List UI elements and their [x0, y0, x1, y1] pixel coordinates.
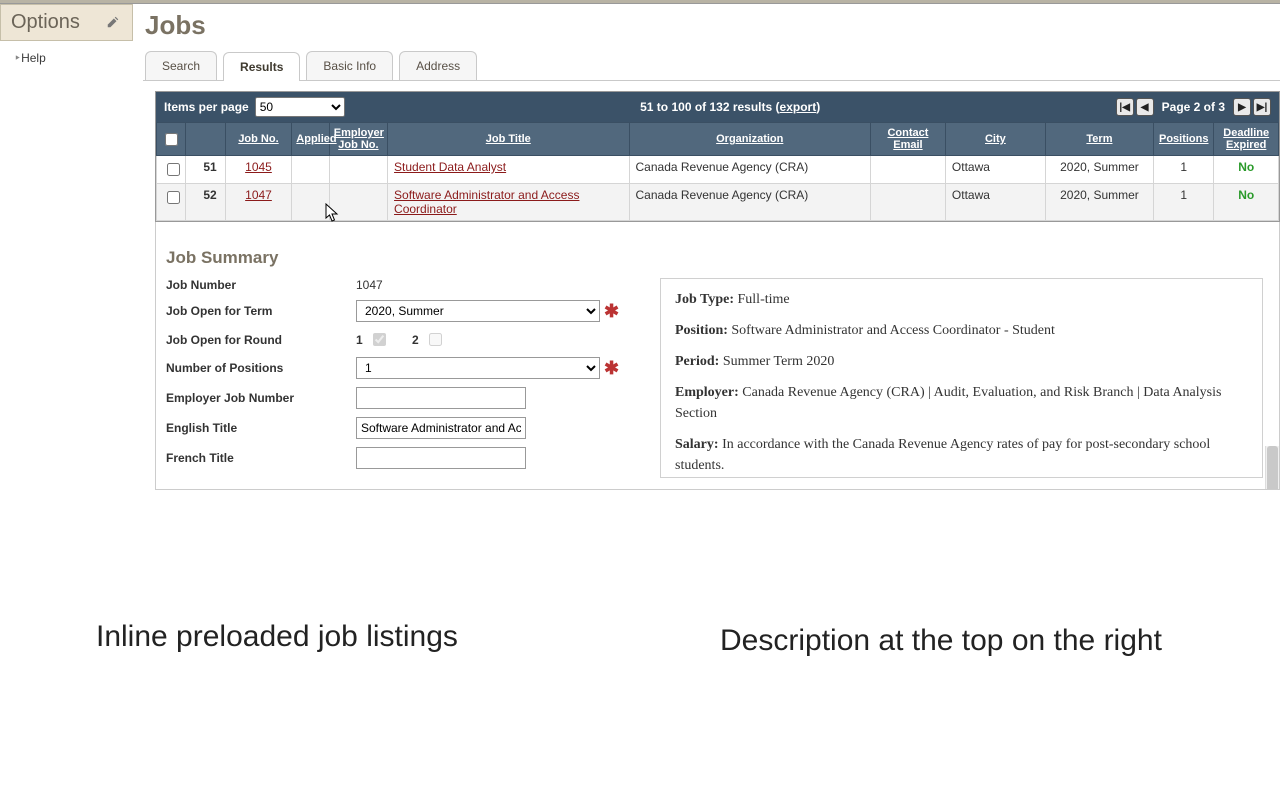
page-title: Jobs — [145, 10, 1280, 41]
tab-search[interactable]: Search — [145, 51, 217, 80]
org-cell: Canada Revenue Agency (CRA) — [629, 156, 870, 184]
tab-address[interactable]: Address — [399, 51, 477, 80]
options-label: Options — [11, 11, 80, 34]
col-checkbox — [157, 123, 186, 156]
city-cell: Ottawa — [945, 156, 1045, 184]
round1-checkbox[interactable] — [373, 333, 386, 346]
col-title[interactable]: Job Title — [388, 123, 629, 156]
col-rank — [186, 123, 226, 156]
tab-basic-info[interactable]: Basic Info — [306, 51, 393, 80]
term-cell: 2020, Summer — [1045, 156, 1153, 184]
annotation-right: Description at the top on the right — [720, 624, 1162, 658]
engtitle-input[interactable] — [356, 417, 526, 439]
row-checkbox[interactable] — [167, 163, 180, 176]
col-jobno[interactable]: Job No. — [225, 123, 292, 156]
edit-icon[interactable] — [106, 15, 122, 31]
job-title-link[interactable]: Student Data Analyst — [394, 160, 506, 174]
lbl-engtitle: English Title — [166, 421, 356, 435]
summary-form: Job Number 1047 Job Open for Term 2020, … — [166, 278, 636, 478]
required-icon: ✱ — [604, 358, 619, 379]
help-label: Help — [21, 51, 46, 65]
items-per-page-select[interactable]: 50 — [255, 97, 345, 117]
val-jobnumber: 1047 — [356, 278, 383, 292]
col-deadline[interactable]: Deadline Expired — [1214, 123, 1279, 156]
lbl-openterm: Job Open for Term — [166, 304, 356, 318]
job-summary-panel: Job Summary Job Number 1047 Job Open for… — [155, 222, 1280, 490]
deadline-cell: No — [1220, 188, 1272, 202]
page-next-button[interactable]: ▶ — [1233, 98, 1251, 116]
job-title-link[interactable]: Software Administrator and Access Coordi… — [394, 188, 579, 216]
frtitle-input[interactable] — [356, 447, 526, 469]
col-positions[interactable]: Positions — [1154, 123, 1214, 156]
results-table-panel: Items per page 50 51 to 100 of 132 resul… — [155, 91, 1280, 222]
tab-results[interactable]: Results — [223, 52, 300, 81]
lbl-openround: Job Open for Round — [166, 333, 356, 347]
col-term[interactable]: Term — [1045, 123, 1153, 156]
table-row[interactable]: 51 1045 Student Data Analyst Canada Reve… — [157, 156, 1279, 184]
term-select[interactable]: 2020, Summer — [356, 300, 600, 322]
panel-scrollbar[interactable] — [1265, 446, 1279, 489]
row-rank: 51 — [186, 156, 226, 184]
options-header[interactable]: Options — [0, 4, 133, 41]
sidebar-item-help[interactable]: Help — [0, 41, 133, 75]
row-rank: 52 — [186, 184, 226, 221]
term-cell: 2020, Summer — [1045, 184, 1153, 221]
city-cell: Ottawa — [945, 184, 1045, 221]
description-box[interactable]: Job Type: Full-time Position: Software A… — [660, 278, 1263, 478]
lbl-frtitle: French Title — [166, 451, 356, 465]
positions-cell: 1 — [1154, 184, 1214, 221]
col-empjob[interactable]: Employer Job No. — [329, 123, 387, 156]
page-prev-button[interactable]: ◀ — [1136, 98, 1154, 116]
empjobno-input[interactable] — [356, 387, 526, 409]
col-email[interactable]: Contact Email — [870, 123, 945, 156]
lbl-empjobno: Employer Job Number — [166, 391, 356, 405]
col-applied[interactable]: Applied — [292, 123, 329, 156]
required-icon: ✱ — [604, 301, 619, 322]
page-last-button[interactable]: ▶| — [1253, 98, 1271, 116]
select-all-checkbox[interactable] — [165, 133, 178, 146]
lbl-jobnumber: Job Number — [166, 278, 356, 292]
col-org[interactable]: Organization — [629, 123, 870, 156]
jobno-link[interactable]: 1045 — [245, 160, 272, 174]
col-city[interactable]: City — [945, 123, 1045, 156]
org-cell: Canada Revenue Agency (CRA) — [629, 184, 870, 221]
deadline-cell: No — [1220, 160, 1272, 174]
sidebar: Options Help — [0, 4, 133, 490]
export-link[interactable]: export — [780, 100, 817, 114]
results-count: 51 to 100 of 132 results (export) — [345, 100, 1116, 114]
summary-heading: Job Summary — [166, 248, 1263, 268]
lbl-numpositions: Number of Positions — [166, 361, 356, 375]
page-first-button[interactable]: |◀ — [1116, 98, 1134, 116]
positions-cell: 1 — [1154, 156, 1214, 184]
tabs: Search Results Basic Info Address — [143, 51, 1280, 81]
jobno-link[interactable]: 1047 — [245, 188, 272, 202]
row-checkbox[interactable] — [167, 191, 180, 204]
table-row[interactable]: 52 1047 Software Administrator and Acces… — [157, 184, 1279, 221]
positions-select[interactable]: 1 — [356, 357, 600, 379]
items-per-page-label: Items per page — [164, 100, 249, 114]
results-table: Job No. Applied Employer Job No. Job Tit… — [156, 122, 1279, 221]
round2-checkbox[interactable] — [429, 333, 442, 346]
table-toolbar: Items per page 50 51 to 100 of 132 resul… — [156, 92, 1279, 122]
annotation-left: Inline preloaded job listings — [96, 620, 458, 654]
page-indicator: Page 2 of 3 — [1162, 100, 1225, 114]
